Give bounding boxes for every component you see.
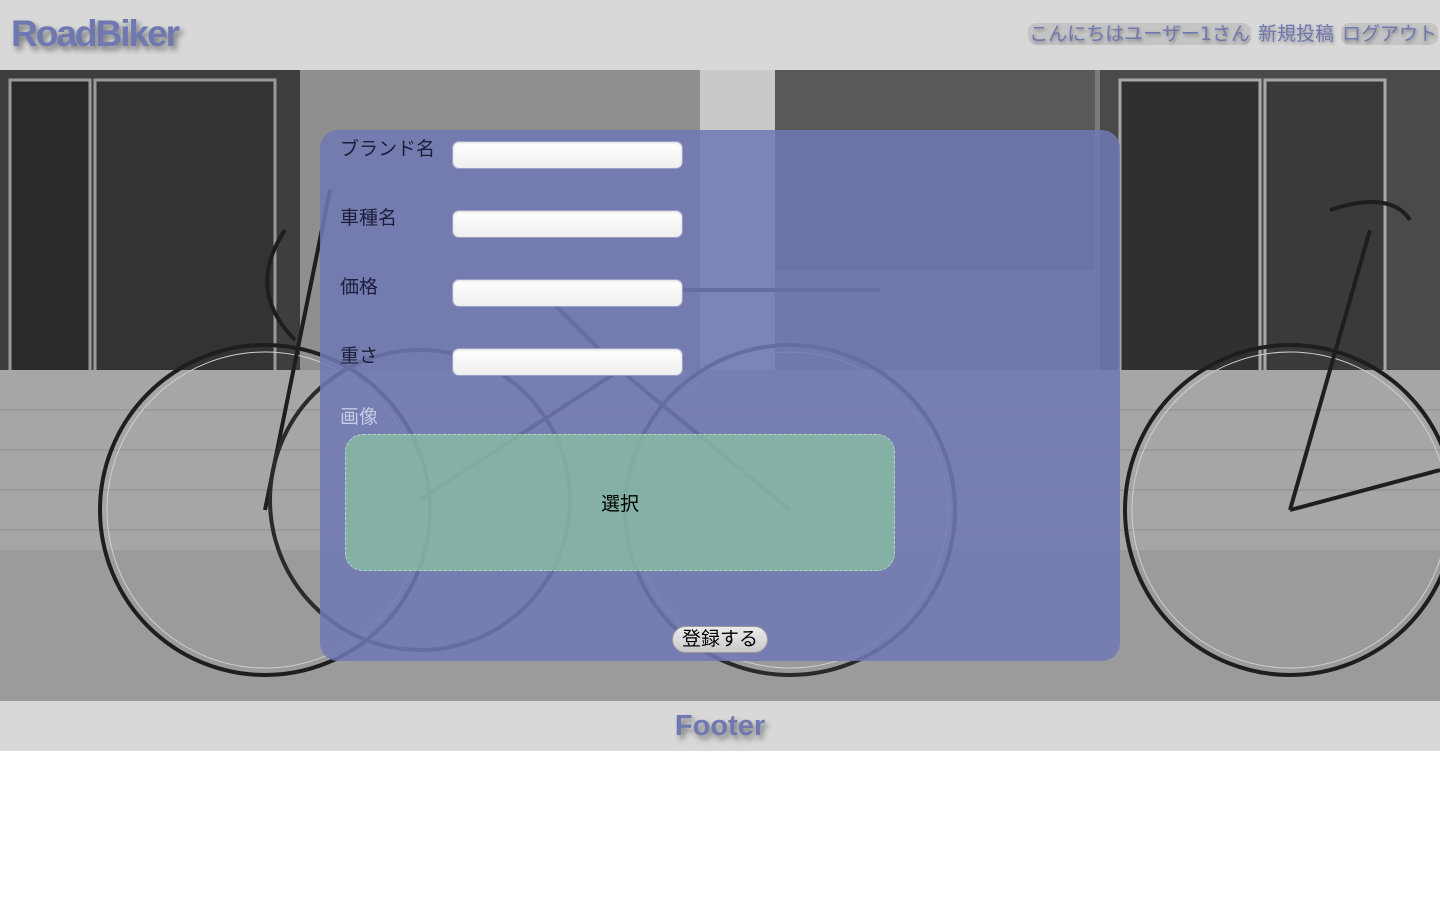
- header-nav: こんにちはユーザー1さん 新規投稿 ログアウト: [1028, 23, 1438, 45]
- model-label: 車種名: [340, 207, 398, 229]
- brand-label: ブランド名: [340, 138, 436, 160]
- weight-input[interactable]: [452, 348, 683, 376]
- image-label: 画像: [340, 406, 379, 428]
- image-dropzone[interactable]: 選択: [345, 434, 895, 571]
- price-label: 価格: [340, 276, 379, 298]
- site-header: RoadBiker こんにちはユーザー1さん 新規投稿 ログアウト: [0, 0, 1440, 70]
- register-button[interactable]: 登録する: [672, 626, 768, 653]
- new-post-link[interactable]: 新規投稿: [1257, 23, 1335, 45]
- price-input[interactable]: [452, 279, 683, 307]
- model-input[interactable]: [452, 210, 683, 238]
- brand-input[interactable]: [452, 141, 683, 169]
- site-footer: Footer: [0, 701, 1440, 751]
- footer-text: Footer: [674, 709, 766, 742]
- weight-label: 重さ: [340, 345, 379, 367]
- logout-link[interactable]: ログアウト: [1340, 23, 1438, 45]
- hero-section: ブランド名 車種名 価格 重さ 画像 選択 登録する: [0, 70, 1440, 701]
- site-logo[interactable]: RoadBiker: [11, 14, 180, 54]
- bike-registration-form: ブランド名 車種名 価格 重さ 画像 選択 登録する: [320, 130, 1120, 661]
- select-image-label: 選択: [600, 493, 639, 515]
- user-greeting-link[interactable]: こんにちはユーザー1さん: [1028, 23, 1251, 45]
